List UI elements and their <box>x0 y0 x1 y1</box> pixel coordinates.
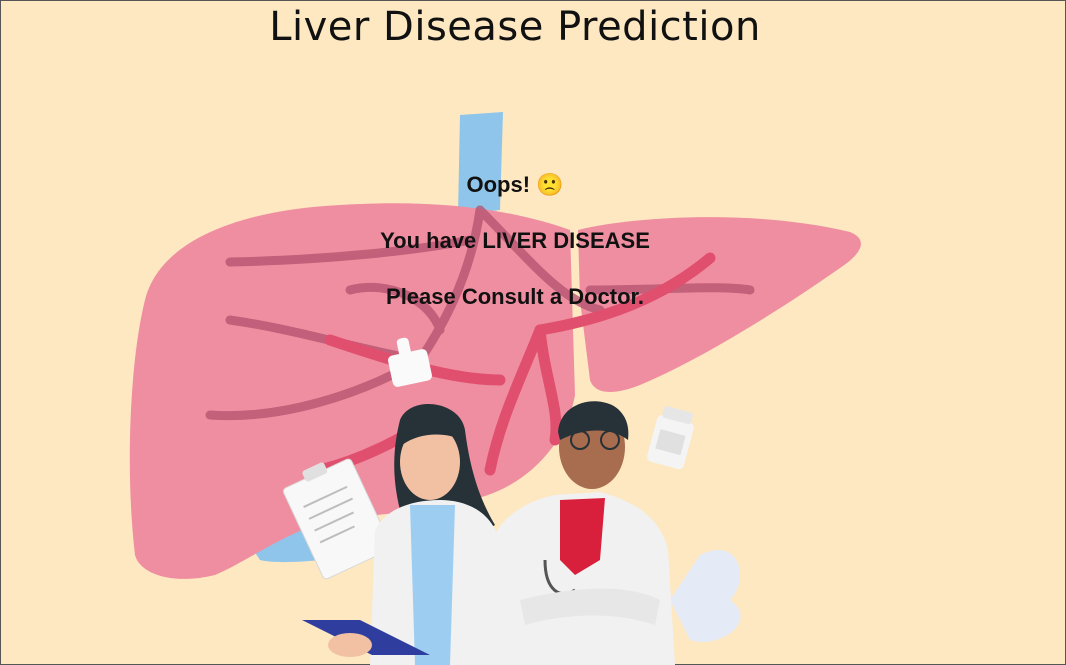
pill-bottle-icon <box>647 406 694 470</box>
result-diagnosis: You have LIVER DISEASE <box>380 228 650 253</box>
page-title: Liver Disease Prediction <box>269 4 761 50</box>
portal-vein-shape <box>458 112 503 215</box>
result-headline: Oops! 🙁 <box>466 172 564 197</box>
result-advice: Please Consult a Doctor. <box>386 284 644 309</box>
plant-leaf-shape <box>670 549 741 642</box>
liver-illustration <box>129 112 861 665</box>
